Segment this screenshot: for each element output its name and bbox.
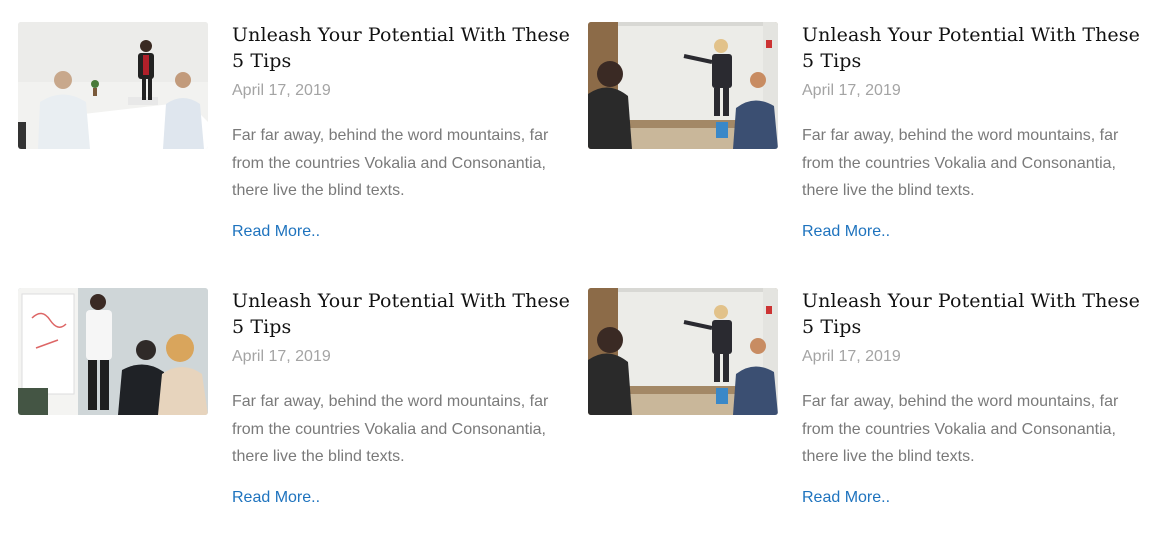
team-discussion-image (18, 288, 208, 415)
blog-post-card: Unleash Your Potential With These 5 Tips… (588, 22, 1158, 272)
post-title-link[interactable]: Unleash Your Potential With These 5 Tips (802, 22, 1142, 74)
post-body: Unleash Your Potential With These 5 Tips… (232, 288, 572, 509)
read-more-link[interactable]: Read More.. (802, 487, 890, 509)
post-body: Unleash Your Potential With These 5 Tips… (802, 288, 1142, 509)
post-title-link[interactable]: Unleash Your Potential With These 5 Tips (802, 288, 1142, 340)
read-more-link[interactable]: Read More.. (232, 487, 320, 509)
post-date: April 17, 2019 (802, 82, 901, 99)
read-more-link[interactable]: Read More.. (232, 221, 320, 243)
post-thumbnail-image[interactable] (18, 22, 208, 149)
post-title-link[interactable]: Unleash Your Potential With These 5 Tips (232, 288, 572, 340)
post-body: Unleash Your Potential With These 5 Tips… (802, 22, 1142, 243)
blog-post-card: Unleash Your Potential With These 5 Tips… (588, 288, 1158, 536)
blog-post-grid: Unleash Your Potential With These 5 Tips… (0, 0, 1164, 536)
post-excerpt: Far far away, behind the word mountains,… (232, 127, 549, 199)
read-more-link[interactable]: Read More.. (802, 221, 890, 243)
post-excerpt: Far far away, behind the word mountains,… (802, 127, 1119, 199)
post-title-link[interactable]: Unleash Your Potential With These 5 Tips (232, 22, 572, 74)
whiteboard-presentation-image (588, 288, 778, 415)
post-thumbnail-image[interactable] (18, 288, 208, 415)
post-excerpt: Far far away, behind the word mountains,… (802, 393, 1119, 465)
post-date: April 17, 2019 (232, 348, 331, 365)
blog-post-card: Unleash Your Potential With These 5 Tips… (18, 22, 588, 272)
whiteboard-presentation-image (588, 22, 778, 149)
post-thumbnail-image[interactable] (588, 22, 778, 149)
post-date: April 17, 2019 (232, 82, 331, 99)
post-body: Unleash Your Potential With These 5 Tips… (232, 22, 572, 243)
post-thumbnail-image[interactable] (588, 288, 778, 415)
post-excerpt: Far far away, behind the word mountains,… (232, 393, 549, 465)
meeting-photo-image (18, 22, 208, 149)
blog-post-card: Unleash Your Potential With These 5 Tips… (18, 288, 588, 536)
post-date: April 17, 2019 (802, 348, 901, 365)
